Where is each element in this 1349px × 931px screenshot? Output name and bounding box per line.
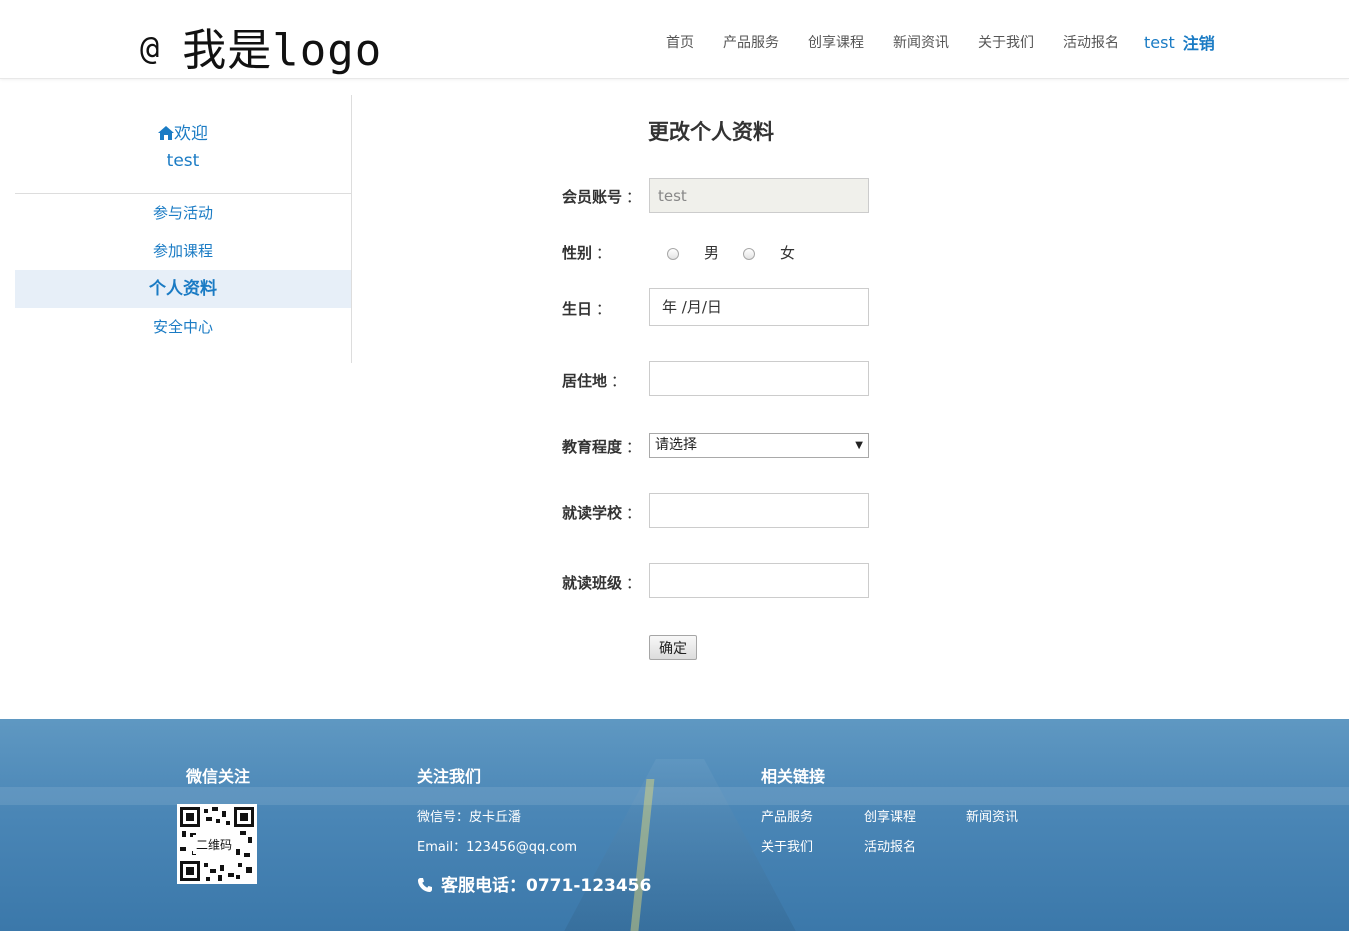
customer-phone-text: 客服电话：0771-123456 xyxy=(441,876,652,896)
birthday-date-input[interactable]: 年 /月/日 xyxy=(649,288,869,326)
sidebar-item-profile[interactable]: 个人资料 xyxy=(15,270,351,308)
nav-item-home[interactable]: 首页 xyxy=(666,32,694,52)
welcome-panel: 欢迎 test xyxy=(15,95,351,194)
education-selected-value: 请选择 xyxy=(655,437,697,453)
nav-item-about[interactable]: 关于我们 xyxy=(978,32,1034,52)
gender-female-radio[interactable] xyxy=(743,248,755,260)
qr-code-label: 二维码 xyxy=(193,835,236,854)
footer-link-products[interactable]: 产品服务 xyxy=(761,806,813,825)
logo-text: 我是logo xyxy=(182,25,383,76)
birthday-label: 生日： xyxy=(562,300,612,318)
nav-item-news[interactable]: 新闻资讯 xyxy=(893,32,949,52)
sidebar-item-activities[interactable]: 参与活动 xyxy=(15,194,351,232)
nav-item-events[interactable]: 活动报名 xyxy=(1063,32,1119,52)
dropdown-arrow-icon: ▼ xyxy=(855,440,863,451)
footer-link-events[interactable]: 活动报名 xyxy=(864,836,916,855)
residence-label: 居住地： xyxy=(562,372,627,390)
logo-at-symbol: @ xyxy=(140,29,161,67)
top-header: @ 我是logo 首页 产品服务 创享课程 新闻资讯 关于我们 活动报名 test… xyxy=(0,0,1349,79)
wechat-id: 微信号：皮卡丘潘 xyxy=(417,810,522,825)
logo[interactable]: @ 我是logo xyxy=(140,14,382,78)
sidebar-menu: 参与活动 参加课程 个人资料 安全中心 xyxy=(15,194,351,346)
links-heading: 相关链接 xyxy=(761,767,826,786)
submit-button[interactable]: 确定 xyxy=(649,635,697,660)
education-select[interactable]: 请选择 ▼ xyxy=(649,433,869,458)
gender-label: 性别： xyxy=(562,244,612,262)
residence-input[interactable] xyxy=(649,361,869,396)
nav-item-products[interactable]: 产品服务 xyxy=(723,32,779,52)
sidebar: 欢迎 test 参与活动 参加课程 个人资料 安全中心 xyxy=(15,95,352,363)
welcome-username: test xyxy=(166,151,200,171)
footer-link-news[interactable]: 新闻资讯 xyxy=(966,806,1018,825)
follow-heading: 关注我们 xyxy=(417,767,482,786)
page-title: 更改个人资料 xyxy=(648,120,774,144)
header-username[interactable]: test xyxy=(1144,33,1175,52)
school-label: 就读学校： xyxy=(562,504,642,522)
education-label: 教育程度： xyxy=(562,438,642,456)
account-label: 会员账号： xyxy=(562,188,642,206)
footer-link-courses[interactable]: 创享课程 xyxy=(864,806,916,825)
sidebar-item-security[interactable]: 安全中心 xyxy=(15,308,351,346)
sidebar-item-courses[interactable]: 参加课程 xyxy=(15,232,351,270)
gender-male-label: 男 xyxy=(704,244,720,262)
school-input[interactable] xyxy=(649,493,869,528)
welcome-text: 欢迎 xyxy=(174,124,208,144)
class-label: 就读班级： xyxy=(562,574,642,592)
main-nav: 首页 产品服务 创享课程 新闻资讯 关于我们 活动报名 test 注销 xyxy=(666,30,1215,54)
home-icon xyxy=(158,126,174,140)
qr-code: 二维码 xyxy=(177,804,257,884)
class-input[interactable] xyxy=(649,563,869,598)
gender-male-radio[interactable] xyxy=(667,248,679,260)
logout-link[interactable]: 注销 xyxy=(1183,30,1215,54)
phone-icon xyxy=(418,878,432,892)
wechat-heading: 微信关注 xyxy=(186,767,251,786)
footer: 微信关注 二维码 关注我们 微信号：皮卡丘潘 Email：123456@qq.c… xyxy=(0,719,1349,931)
customer-phone: 客服电话：0771-123456 xyxy=(417,871,651,896)
nav-item-courses[interactable]: 创享课程 xyxy=(808,32,864,52)
footer-link-about[interactable]: 关于我们 xyxy=(761,836,813,855)
gender-female-label: 女 xyxy=(780,244,796,262)
account-field[interactable] xyxy=(649,178,869,213)
contact-email: Email：123456@qq.com xyxy=(417,840,578,855)
